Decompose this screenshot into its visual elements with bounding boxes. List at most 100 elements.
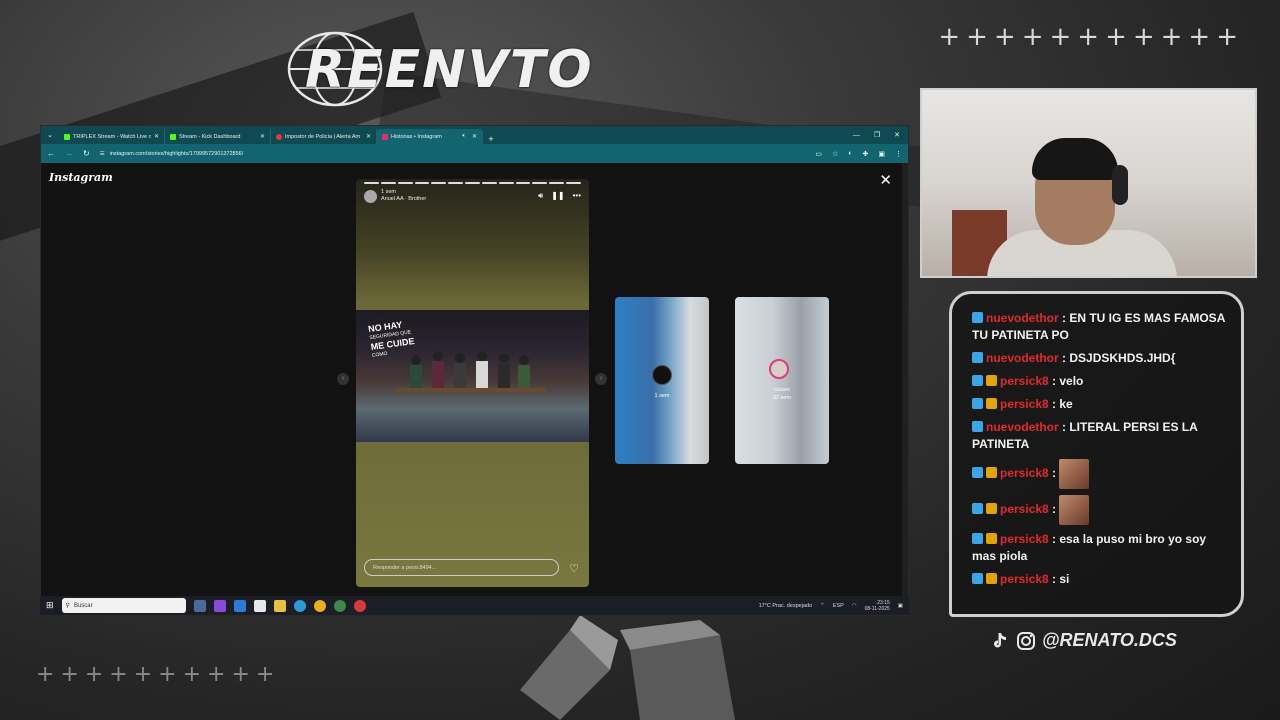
chrome-icon[interactable] <box>313 599 326 612</box>
tab-label: Impostor de Policía | Alerta Am <box>285 133 361 140</box>
extension-icon[interactable]: ◐ <box>848 150 852 158</box>
crown-icon <box>986 503 997 515</box>
notification-icon[interactable]: ▣ <box>898 603 903 609</box>
close-icon[interactable]: ✕ <box>879 171 892 189</box>
wifi-icon[interactable]: ◠ <box>852 603 857 609</box>
streamer-hair <box>1032 138 1118 180</box>
badge-icon <box>972 421 983 432</box>
language[interactable]: ESP <box>833 603 844 609</box>
avatar <box>769 359 789 379</box>
store-icon[interactable] <box>253 599 266 612</box>
site-info-icon[interactable]: ☰ <box>100 151 105 157</box>
scrollbar[interactable] <box>902 163 908 596</box>
obs-icon[interactable] <box>353 599 366 612</box>
tab-kick-dashboard[interactable]: Stream - Kick Dashboard ✕ <box>165 129 271 144</box>
avatar[interactable] <box>364 189 377 203</box>
taskbar-search[interactable]: ⚲ Buscar <box>61 598 186 613</box>
chat-message: persick8 : velo <box>972 373 1225 390</box>
chrome-profile-icon[interactable] <box>333 599 346 612</box>
badge-icon <box>972 398 983 409</box>
profile-icon[interactable]: ▣ <box>878 150 885 158</box>
url-field[interactable]: ☰ instagram.com/stories/highlights/17999… <box>100 151 806 157</box>
badge-icon <box>972 375 983 386</box>
search-icon: ⚲ <box>65 603 70 609</box>
chat-username: persick8 <box>1000 466 1049 481</box>
back-icon[interactable]: ← <box>47 149 55 158</box>
chat-message: persick8 : esa la puso mi bro yo soy mas… <box>972 532 1207 563</box>
tab-search-icon[interactable]: ⌄ <box>41 126 59 144</box>
taskbar: ⊞ ⚲ Buscar 17°C Prac. despejado ⌃ ESP ◠ … <box>40 596 909 615</box>
badge-icon <box>972 533 983 544</box>
chat-message: nuevodethor : DSJDSKHDS.JHD{ <box>972 350 1225 367</box>
chat-message: persick8 : <box>972 459 1225 489</box>
crown-icon <box>986 398 997 409</box>
social-handle-text: @RENATO.DCS <box>1042 630 1177 650</box>
story-viewer[interactable]: 1 sem Anuel AA · Brother 🔊︎ ❚❚ ••• NO HA… <box>356 179 589 587</box>
edge-browser-icon[interactable] <box>293 599 306 612</box>
close-tab-icon[interactable]: ✕ <box>366 133 371 140</box>
chat-text: si <box>1059 572 1070 586</box>
edge-icon[interactable] <box>233 599 246 612</box>
brand-logo: REENVTO <box>285 30 685 110</box>
chat-username: persick8 <box>1000 397 1049 411</box>
cast-icon[interactable]: ▭ <box>815 150 822 158</box>
window-controls: — ❐ ✕ <box>853 126 908 144</box>
close-tab-icon[interactable]: ✕ <box>154 133 159 140</box>
instagram-logo[interactable]: Instagram <box>49 171 113 184</box>
copilot-icon[interactable] <box>213 599 226 612</box>
story-audio[interactable]: Anuel AA · Brother <box>381 196 426 203</box>
extensions-puzzle-icon[interactable]: ✚ <box>863 150 869 158</box>
tab-instagram[interactable]: Historias • Instagram 🔈︎ ✕ <box>377 129 483 144</box>
pause-icon[interactable]: ❚❚ <box>551 191 564 201</box>
chat-message: persick8 : ke <box>972 396 1225 413</box>
next-story-icon[interactable]: › <box>595 373 607 385</box>
close-tab-icon[interactable]: ✕ <box>260 133 265 140</box>
emote-image <box>1059 495 1090 525</box>
task-view-icon[interactable] <box>193 599 206 612</box>
kick-icon <box>64 133 70 140</box>
chat-message: nuevodethor : EN TU IG ES MAS FAMOSA TU … <box>972 311 1225 342</box>
url-text: instagram.com/stories/highlights/1799957… <box>109 150 244 157</box>
youtube-icon <box>276 133 282 140</box>
chat-username: nuevodethor <box>986 420 1059 434</box>
chat-panel: nuevodethor : EN TU IG ES MAS FAMOSA TU … <box>949 291 1244 617</box>
tab-triplex[interactable]: TRIPLEX Stream - Watch Live o ✕ <box>59 129 165 144</box>
chat-message: nuevodethor : LITERAL PERSI ES LA PATINE… <box>972 420 1198 451</box>
chat-username: persick8 <box>1000 374 1049 388</box>
badge-icon <box>972 352 983 363</box>
close-window-icon[interactable]: ✕ <box>894 131 900 139</box>
new-tab-button[interactable]: + <box>483 134 499 144</box>
weather[interactable]: 17°C Prac. despejado <box>759 603 813 609</box>
prev-story-icon[interactable]: ‹ <box>337 373 349 385</box>
minimize-icon[interactable]: — <box>853 132 860 139</box>
story-thumbnail[interactable]: 1 sem <box>615 297 709 464</box>
instagram-page: Instagram ✕ ‹ › 1 sem Anuel AA · Brother… <box>41 163 908 596</box>
tab-impostor[interactable]: Impostor de Policía | Alerta Am ✕ <box>271 129 377 144</box>
reply-input[interactable]: Responder a persi.8494... <box>364 559 559 576</box>
group-photo <box>396 351 546 392</box>
windows-start-icon[interactable]: ⊞ <box>46 600 54 611</box>
volume-icon[interactable]: 🔊︎ <box>538 191 543 201</box>
bookmark-star-icon[interactable]: ☆ <box>832 150 838 158</box>
clock-date: 08-11-2025 <box>864 605 890 612</box>
story-thumbnail[interactable]: clases 32 sem <box>735 297 829 464</box>
heart-icon[interactable]: ♡ <box>569 562 579 575</box>
maximize-icon[interactable]: ❐ <box>874 131 880 139</box>
tab-label: Historias • Instagram <box>391 133 442 140</box>
tray-arrow-icon[interactable]: ⌃ <box>820 603 825 609</box>
story-header: 1 sem Anuel AA · Brother 🔊︎ ❚❚ ••• <box>364 188 581 204</box>
menu-icon[interactable]: ⋮ <box>895 150 902 158</box>
folder-icon[interactable] <box>273 599 286 612</box>
chat-username: persick8 <box>1000 572 1049 586</box>
address-bar: ← → ↻ ☰ instagram.com/stories/highlights… <box>41 144 908 163</box>
decor-crosses: ++++++++++ <box>36 662 281 687</box>
close-tab-icon[interactable]: ✕ <box>472 133 477 140</box>
reload-icon[interactable]: ↻ <box>83 149 90 158</box>
speaker-icon[interactable]: 🔈︎ <box>462 133 466 140</box>
clock[interactable]: 23:15 08-11-2025 <box>865 600 890 612</box>
crown-icon <box>986 533 997 544</box>
forward-icon[interactable]: → <box>65 149 73 158</box>
crown-icon <box>986 375 997 386</box>
more-icon[interactable]: ••• <box>573 191 581 201</box>
headset <box>1112 165 1128 205</box>
